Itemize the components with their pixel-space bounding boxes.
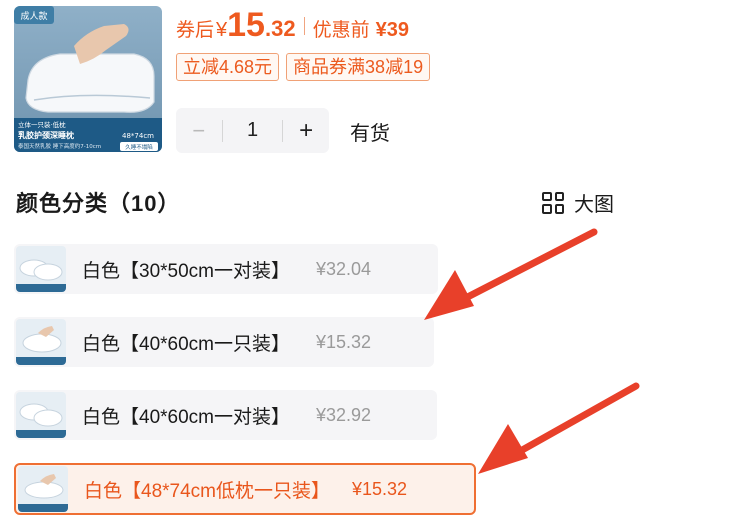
image-caption-main: 乳胶护颈深睡枕 [18,130,74,140]
decrease-button[interactable]: − [176,118,222,144]
variant-option[interactable]: 白色【40*60cm一只装】 ¥15.32 [14,317,434,367]
variant-price: ¥32.04 [316,258,372,279]
coupon-store-voucher[interactable]: 商品券满38减19 [286,53,431,81]
variant-price: ¥15.32 [316,331,372,352]
variant-option[interactable]: 白色【40*60cm一对装】 ¥32.92 [14,390,437,440]
variant-name: 白色【40*60cm一对装】 [82,406,290,428]
image-size: 48*74cm [122,132,154,140]
variant-name: 白色【48*74cm低枕一只装】 [84,480,330,502]
variant-thumbnail [18,466,68,512]
coupon-instant-discount[interactable]: 立减4.68元 [176,53,280,81]
big-view-toggle[interactable]: 大图 [542,188,614,217]
variant-option-selected[interactable]: 白色【48*74cm低枕一只装】 ¥15.32 [14,463,476,515]
variant-name: 白色【30*50cm一对装】 [82,260,290,282]
variant-price: ¥32.92 [316,404,372,425]
quantity-value[interactable]: 1 [223,119,283,142]
image-tag: 久睡不塌陷 [125,143,153,151]
grid-icon [542,191,564,214]
after-coupon-label: 券后 [176,20,215,41]
pillow-pair-icon [16,246,66,292]
before-discount-label: 优惠前 [312,20,370,41]
big-view-label: 大图 [574,194,614,216]
variant-thumbnail [16,392,66,438]
image-badge-text: 成人款 [20,10,47,22]
pillow-low-icon [18,466,68,512]
pillow-single-icon [16,319,66,365]
price-divider [303,17,305,35]
pillow-pair-icon [16,392,66,438]
variant-section-title: 颜色分类（10） [16,191,181,216]
red-arrow-icon [478,382,640,474]
price-integer: 15 [227,6,265,44]
image-caption-sub: 泰国天然乳胶 睡下高度约7-10cm [18,142,101,150]
original-price: ¥39 [375,19,409,41]
variant-thumbnail [16,246,66,292]
pillow-photo: 成人款 立体一只装·低枕 乳胶护颈深睡枕 48*74cm 泰国天然乳胶 睡下高度… [14,6,162,152]
increase-button[interactable]: + [283,117,329,145]
variant-price: ¥15.32 [352,478,408,499]
variant-thumbnail [16,319,66,365]
price-line: 券后 ¥ 15 .32 优惠前 ¥39 [176,8,409,44]
stock-status: 有货 [350,123,390,145]
coupon-list: 立减4.68元 商品券满38减19 [176,53,431,81]
image-caption-top: 立体一只装·低枕 [18,120,66,129]
product-image[interactable]: 成人款 立体一只装·低枕 乳胶护颈深睡枕 48*74cm 泰国天然乳胶 睡下高度… [14,6,162,152]
currency-symbol: ¥ [216,19,228,41]
variant-option[interactable]: 白色【30*50cm一对装】 ¥32.04 [14,244,438,294]
price-decimal: .32 [264,16,296,41]
quantity-stepper: − 1 + [176,108,329,153]
red-arrow-icon [424,228,598,320]
variant-name: 白色【40*60cm一只装】 [82,333,290,355]
